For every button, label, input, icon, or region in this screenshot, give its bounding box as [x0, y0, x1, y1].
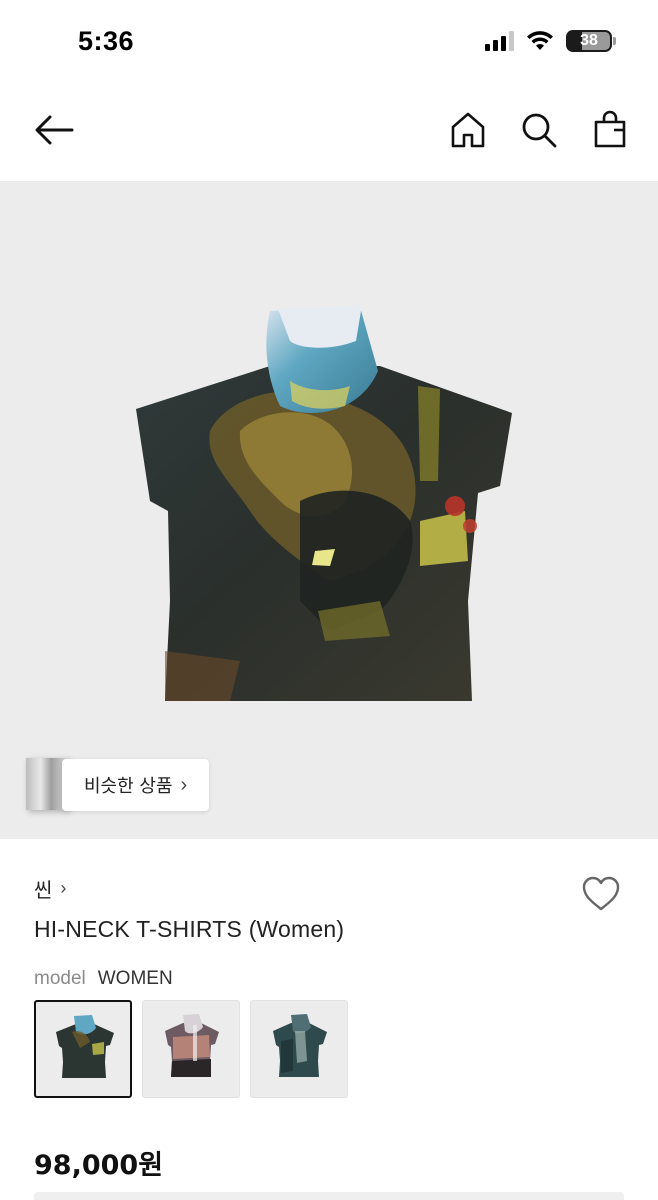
status-bar: 5:36 38 — [0, 0, 658, 90]
model-value: WOMEN — [97, 968, 173, 989]
product-name: HI-NECK T-SHIRTS (Women) — [34, 916, 345, 942]
status-time: 5:36 — [78, 26, 135, 56]
back-arrow-icon[interactable] — [30, 110, 78, 150]
battery-percent: 38 — [580, 32, 598, 49]
status-indicators: 38 — [485, 30, 616, 52]
home-icon[interactable] — [446, 108, 490, 152]
top-nav-bar — [0, 92, 658, 170]
product-price: 98,000원 — [34, 1150, 164, 1181]
brand-name: 씬 — [34, 878, 53, 902]
model-label: model — [34, 968, 86, 989]
signal-icon — [485, 31, 514, 51]
product-photo — [136, 305, 512, 701]
heart-icon[interactable] — [580, 874, 622, 914]
similar-items-button[interactable]: 비슷한 상품 › — [62, 759, 210, 811]
similar-items-label: 비슷한 상품 — [84, 776, 173, 797]
product-image[interactable] — [0, 181, 658, 839]
variant-3[interactable] — [250, 1000, 348, 1098]
wifi-icon — [527, 31, 553, 50]
variant-list — [34, 1000, 348, 1098]
shopping-bag-icon[interactable] — [588, 108, 632, 152]
variant-1[interactable] — [34, 1000, 132, 1098]
model-row: model WOMEN — [34, 968, 173, 990]
chevron-right-icon: › — [180, 773, 188, 796]
brand-link[interactable]: 씬 › — [34, 874, 66, 903]
variant-2[interactable] — [142, 1000, 240, 1098]
battery-icon: 38 — [566, 30, 612, 52]
search-icon[interactable] — [517, 108, 561, 152]
chevron-right-icon: › — [60, 878, 67, 898]
bottom-section-edge — [34, 1192, 624, 1200]
